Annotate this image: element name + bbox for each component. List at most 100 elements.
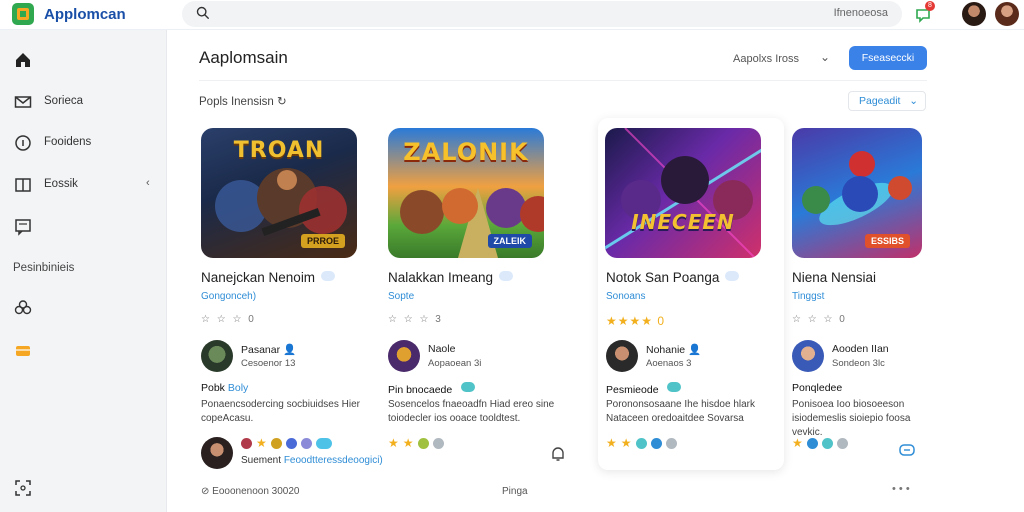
sidebar-item-club[interactable] [0,292,167,322]
game-card[interactable]: ZALONIK ZALEIK Nalakkan Imeang Sopte ☆ ☆… [384,118,570,470]
reaction-dot-icon[interactable] [315,437,332,449]
app-name[interactable]: Applomcan [44,6,126,23]
user-icon: 👤 [688,344,702,356]
page-title: Aaplomsain [199,48,288,67]
expand-icon [15,480,31,496]
search-bar[interactable]: Ifnenoeosa [182,1,902,27]
reaction-icons[interactable]: ★ ★ [388,436,444,450]
sidebar-item-expand[interactable] [0,472,167,502]
game-card[interactable]: ESSIBS Niena Nensiai Tinggst ☆ ☆ ☆ 0 Aoo… [788,118,974,470]
game-cover-image[interactable]: TROAN PRROE [201,128,357,258]
club-icon [14,300,32,315]
chevron-down-icon[interactable]: ⌄ [820,50,830,64]
game-genre[interactable]: Tinggst [792,291,824,302]
info-icon [15,135,31,151]
chevron-down-icon: ⌄ [909,95,918,107]
cover-title: TROAN [233,138,325,163]
rating-stars[interactable]: ☆ ☆ ☆ 3 [388,314,443,325]
developer-name[interactable]: Nohanie 👤 [646,343,701,356]
sidebar-item-fooidens[interactable]: Fooidens [0,127,167,157]
game-genre[interactable]: Sopte [388,291,414,302]
star-icon[interactable]: ★ [388,436,399,450]
reaction-dot-icon[interactable] [836,437,848,449]
more-options-icon[interactable]: • • • [892,483,910,495]
reaction-dot-icon[interactable] [241,437,252,449]
bell-icon[interactable] [549,445,567,463]
game-card[interactable]: TROAN PRROE Nanejckan Nenoim Gongonceh) … [197,118,383,470]
description-tag[interactable]: Boly [228,382,248,394]
game-genre[interactable]: Gongonceh) [201,291,256,302]
primary-action-button[interactable]: Fseaseccki [849,46,927,70]
sidebar-item-label: Eossik [44,178,78,190]
developer-avatar[interactable] [606,340,638,372]
sidebar-item-wallet[interactable] [0,335,167,365]
star-icon[interactable]: ★ [403,436,414,450]
reviewer-avatar[interactable] [201,437,233,469]
reaction-dot-icon[interactable] [635,437,647,449]
profile-avatar[interactable] [995,2,1019,26]
reaction-icons[interactable]: ★ [792,436,848,450]
mail-icon [14,96,32,108]
reaction-dot-icon[interactable] [806,437,818,449]
cover-art [605,128,761,258]
developer-name[interactable]: Aooden IIan [832,343,889,355]
reaction-dot-icon[interactable] [665,437,677,449]
description-heading: Pobk Boly [201,382,249,394]
game-cover-image[interactable]: INECEEN [605,128,761,258]
game-cover-image[interactable]: ESSIBS [792,128,922,258]
game-title[interactable]: Nanejckan Nenoim [201,270,336,285]
star-icon[interactable]: ★ [606,436,617,450]
game-title[interactable]: Nalakkan Imeang [388,270,514,285]
filter-dropdown[interactable]: Aapolxs Iross [733,53,799,65]
review-text: Suement Feoodtteressdeoogici) [241,455,383,466]
reaction-dot-icon[interactable] [300,437,312,449]
developer-name[interactable]: Naole [428,343,455,355]
section-title: Popls Inensisn ↻ [199,96,287,108]
sidebar-item-chat[interactable] [0,211,167,241]
verified-icon [321,271,336,281]
rating-stars[interactable]: ★★★★ 0 [606,314,665,328]
game-description: Ponisoea Ioo biosoeeson isiodemeslis sio… [792,399,911,438]
game-title[interactable]: Notok San Poanga [606,270,740,285]
star-icon[interactable]: ★ [256,436,267,450]
developer-avatar[interactable] [792,340,824,372]
game-description: Ponaencsodercing socbiuidses Hier copeAc… [201,399,360,424]
reaction-dot-icon[interactable] [285,437,297,449]
game-genre[interactable]: Sonoans [606,291,645,302]
sidebar-item-eossik[interactable]: Eossik ‹ [0,169,167,199]
refresh-icon[interactable]: ↻ [277,96,287,108]
reaction-dot-icon[interactable] [432,437,444,449]
section-sort-dropdown[interactable]: Pageadit ⌄ [848,91,926,111]
rating-stars[interactable]: ☆ ☆ ☆ 0 [792,314,847,325]
sidebar-item-home[interactable] [0,44,167,74]
sidebar-item-sorieca[interactable]: Sorieca [0,86,167,116]
developer-name[interactable]: Pasanar 👤 [241,343,296,356]
reaction-dot-icon[interactable] [417,437,429,449]
reaction-icons[interactable]: ★ [241,436,332,450]
message-icon[interactable] [898,441,916,459]
user-icon: 👤 [283,344,297,356]
developer-subtitle: Sondeon 3lc [832,358,885,369]
app-logo[interactable] [12,3,34,25]
star-icon[interactable]: ★ [621,436,632,450]
user-avatar[interactable] [962,2,986,26]
cover-title: ZALONIK [403,138,529,166]
collapse-chevron-icon[interactable]: ‹ [146,177,150,189]
reaction-dot-icon[interactable] [270,437,282,449]
search-input[interactable] [182,1,902,27]
reaction-dot-icon[interactable] [821,437,833,449]
developer-avatar[interactable] [388,340,420,372]
reaction-dot-icon[interactable] [650,437,662,449]
rating-stars[interactable]: ☆ ☆ ☆ 0 [201,314,256,325]
reaction-icons[interactable]: ★ ★ [606,436,677,450]
star-icon[interactable]: ★ [792,436,803,450]
developer-subtitle: Aopaoean 3i [428,358,482,369]
reviewer-name[interactable]: Suement [241,455,281,466]
clock-icon: ⊘ [201,486,210,497]
review-link[interactable]: Feoodtteressdeoogici) [284,455,383,466]
developer-avatar[interactable] [201,340,233,372]
game-card[interactable]: INECEEN Notok San Poanga Sonoans ★★★★ 0 … [598,118,784,470]
footer-page-link[interactable]: Pinga [502,486,528,497]
game-cover-image[interactable]: ZALONIK ZALEIK [388,128,544,258]
game-title[interactable]: Niena Nensiai [792,270,876,285]
